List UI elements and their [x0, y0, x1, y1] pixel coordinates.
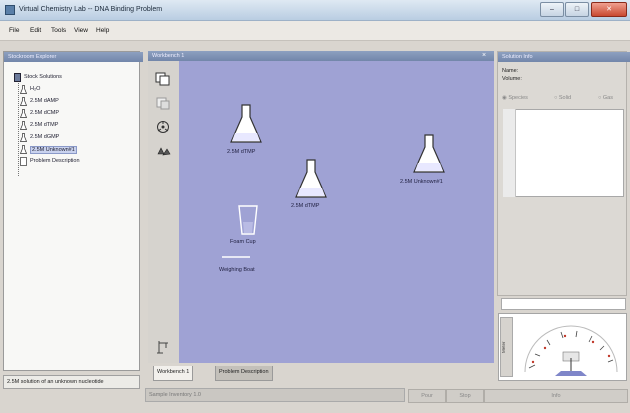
explorer-status-text: 2.5M solution of an unknown nucleotide — [3, 375, 140, 389]
tree-root-stock-solutions[interactable]: Stock Solutions — [24, 74, 62, 80]
explorer-title: Stockroom Explorer — [4, 52, 143, 62]
solution-field[interactable] — [501, 298, 626, 310]
inventory-status-field: Sample Inventory 1.0 — [145, 388, 405, 402]
radio-species[interactable]: ◉ Species — [502, 95, 528, 101]
close-button[interactable]: ✕ — [591, 2, 627, 17]
meter-panel — [498, 313, 627, 381]
radio-solid-label: Solid — [558, 95, 572, 101]
tree-item-selected[interactable]: 2.5M Unknown#1 — [30, 146, 77, 154]
menu-tools[interactable]: Tools — [51, 27, 66, 34]
foam-cup-icon[interactable] — [237, 204, 259, 236]
menu-view[interactable]: View — [74, 27, 88, 34]
workbench-canvas[interactable]: 2.5M dTMP 2.5M dTMP 2.5M Unknown#1 Foam … — [179, 61, 494, 363]
stand-icon[interactable] — [154, 339, 172, 355]
tree-item[interactable]: 2.5M dTMP — [30, 122, 58, 128]
weighing-boat-icon[interactable] — [221, 254, 251, 262]
flask-unknown[interactable] — [412, 133, 446, 175]
info-button[interactable]: Info — [484, 389, 628, 403]
tab-problem-description[interactable]: Problem Description — [215, 366, 273, 381]
meter-gauge-icon — [524, 325, 618, 376]
tree-item[interactable]: Problem Description — [30, 158, 80, 164]
tab-workbench-1[interactable]: Workbench 1 — [153, 366, 194, 381]
app-icon — [5, 5, 15, 15]
tree-connector — [18, 83, 19, 176]
flask-icon — [20, 145, 27, 154]
solution-volume-label: Volume: — [502, 76, 522, 82]
workbench-tabs: Workbench 1 Problem Description — [148, 363, 494, 383]
hazard-icon[interactable] — [154, 119, 172, 135]
document-icon — [20, 157, 27, 166]
radio-gas-label: Gas — [602, 95, 613, 101]
tree-item[interactable]: 2.5M dAMP — [30, 98, 59, 104]
flask-icon — [20, 109, 27, 118]
tree-item[interactable]: 2.5M dCMP — [30, 110, 59, 116]
paste-icon[interactable] — [154, 95, 172, 111]
copy-icon[interactable] — [154, 71, 172, 87]
weighing-boat-label: Weighing Boat — [219, 267, 255, 273]
species-list-scrollbar[interactable] — [503, 109, 516, 197]
foam-cup-label: Foam Cup — [230, 239, 256, 245]
flask-label: 2.5M dTMP — [227, 149, 256, 155]
cabinet-icon — [14, 73, 21, 82]
flask-icon — [20, 85, 27, 94]
tool-strip — [148, 61, 179, 363]
meter-side-label: Meter — [500, 317, 513, 377]
workbench-title: Workbench 1 — [148, 51, 494, 61]
solution-panel-title: Solution Info — [498, 52, 630, 62]
menu-edit[interactable]: Edit — [30, 27, 41, 34]
flask-label: 2.5M Unknown#1 — [400, 179, 443, 185]
radio-species-label: Species — [508, 95, 528, 101]
menu-file[interactable]: File — [9, 27, 19, 34]
flask-label: 2.5M dTMP — [291, 203, 320, 209]
flask-icon — [20, 121, 27, 130]
workbench-close-button[interactable]: × — [482, 52, 486, 59]
radio-gas[interactable]: ○ Gas — [598, 95, 613, 101]
pour-button[interactable]: Pour — [408, 389, 446, 403]
flask-dtmp-2[interactable] — [294, 158, 328, 200]
tree-item[interactable]: H₂O — [30, 86, 40, 92]
tree-item[interactable]: 2.5M dGMP — [30, 134, 59, 140]
window-title: Virtual Chemistry Lab -- DNA Binding Pro… — [19, 6, 163, 13]
radio-solid[interactable]: ○ Solid — [554, 95, 571, 101]
stockroom-explorer: Stockroom Explorer Stock Solutions H₂O 2… — [3, 51, 143, 371]
stop-button[interactable]: Stop — [446, 389, 484, 403]
maximize-button[interactable]: □ — [565, 2, 589, 17]
species-list[interactable] — [503, 109, 624, 197]
menu-bar: File Edit Tools View Help — [0, 21, 630, 41]
solution-name-label: Name: — [502, 68, 519, 74]
menu-help[interactable]: Help — [96, 27, 109, 34]
recycle-icon[interactable] — [154, 143, 172, 159]
flask-icon — [20, 97, 27, 106]
minimize-button[interactable]: – — [540, 2, 564, 17]
flask-icon — [20, 133, 27, 142]
flask-dtmp-1[interactable] — [229, 103, 263, 145]
